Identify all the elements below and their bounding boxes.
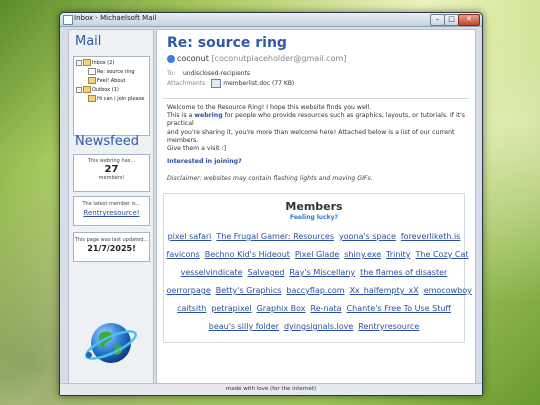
message-pane: Re: source ring coconut [coconutplacehol…: [156, 29, 476, 387]
member-link[interactable]: oerrorpage: [167, 286, 211, 295]
tree-item-outbox[interactable]: - Outbox (1): [76, 86, 119, 94]
members-panel: Members Feeling lucky? pixel safari The F…: [163, 193, 472, 343]
mail-window: Inbox - Michaelsoft Mail – □ ✕ Mail - Inb…: [59, 12, 483, 396]
member-link[interactable]: Ray's Miscellany: [289, 268, 355, 277]
member-link[interactable]: Xx_halfempty_xX: [350, 286, 419, 295]
last-updated-box: This page was last updated... 21/7/2025!: [73, 232, 150, 262]
to-value: undisclosed-recipients: [182, 70, 251, 77]
members-row: oerrorpage Betty's Graphics baccyflap.com X…: [164, 286, 472, 295]
message-body: Welcome to the Resource Ring! I hope thi…: [167, 104, 466, 153]
disclaimer: Disclaimer: websites may contain flashin…: [167, 175, 373, 182]
member-link[interactable]: Re-nata: [311, 304, 342, 313]
members-row: caitsith petrapixel Graphix Box Re-nata Chan…: [164, 304, 464, 313]
tree-item-message[interactable]: Re: source ring: [88, 68, 135, 76]
mail-heading: Mail: [75, 34, 102, 49]
member-link[interactable]: The Cozy Cat: [416, 250, 469, 259]
member-link[interactable]: pixel safari: [168, 232, 212, 241]
minimize-button[interactable]: –: [430, 14, 445, 26]
folder-icon: [83, 59, 91, 66]
sidebar: Mail - Inbox (2) Re: source ring Feel! Ab…: [68, 29, 154, 387]
sender-email: [coconutplaceholder@gmail.com]: [211, 54, 347, 63]
document-icon: [211, 79, 222, 88]
member-link[interactable]: Salvaged: [248, 268, 285, 277]
tree-item-message[interactable]: Hi can i join please: [88, 95, 144, 103]
member-link[interactable]: caitsith: [177, 304, 206, 313]
member-link[interactable]: foreverliketh.is: [401, 232, 461, 241]
join-link[interactable]: Interested in joining?: [167, 158, 242, 165]
member-link[interactable]: baccyflap.com: [286, 286, 344, 295]
mail-icon: [88, 68, 96, 75]
newsfeed-heading: Newsfeed: [75, 134, 139, 149]
globe-icon: [85, 323, 137, 363]
member-link[interactable]: Chante's Free To Use Stuff: [347, 304, 451, 313]
latest-member-link[interactable]: Rentryresource!: [74, 209, 149, 217]
webring-count-suffix: members!: [98, 175, 125, 181]
user-icon: [167, 54, 175, 63]
member-link[interactable]: Trinity: [386, 250, 410, 259]
message-subject: Re: source ring: [167, 35, 287, 51]
sender: coconut [coconutplaceholder@gmail.com]: [167, 54, 346, 63]
tree-item-message[interactable]: Feel! About: [88, 77, 126, 85]
folder-icon: [88, 95, 96, 102]
folder-tree: - Inbox (2) Re: source ring Feel! About -…: [73, 56, 150, 136]
members-row: favicons Bechno Kid's Hideout Pixel Glade s…: [164, 250, 469, 259]
members-row: pixel safari The Frugal Gamer: Resources y…: [164, 232, 464, 241]
member-link[interactable]: the flames of disaster: [360, 268, 447, 277]
sender-name: coconut: [177, 54, 209, 63]
member-link[interactable]: Graphix Box: [257, 304, 306, 313]
last-updated-date: 21/7/2025!: [87, 244, 136, 253]
header-divider: [163, 98, 469, 99]
member-link[interactable]: shiny.exe: [344, 250, 381, 259]
folder-icon: [83, 86, 91, 93]
member-link[interactable]: favicons: [167, 250, 200, 259]
to-row: To: undisclosed-recipients: [167, 70, 251, 77]
feeling-lucky-link[interactable]: Feeling lucky?: [164, 214, 464, 221]
attachments-row: Attachments: memberlist.doc (77 KB): [167, 79, 295, 88]
member-link[interactable]: vesselvindicate: [181, 268, 243, 277]
member-link[interactable]: The Frugal Gamer: Resources: [216, 232, 334, 241]
attachment-link[interactable]: memberlist.doc (77 KB): [223, 80, 294, 87]
member-link[interactable]: beau's silly folder: [209, 322, 279, 331]
window-title: Inbox - Michaelsoft Mail: [74, 14, 157, 22]
close-button[interactable]: ✕: [458, 14, 480, 26]
webring-count: 27: [104, 164, 119, 175]
member-link[interactable]: Bechno Kid's Hideout: [205, 250, 290, 259]
folder-icon: [88, 77, 96, 84]
latest-member-box: The latest member is... Rentryresource!: [73, 196, 150, 226]
title-bar[interactable]: Inbox - Michaelsoft Mail – □ ✕: [60, 13, 482, 27]
collapse-icon[interactable]: -: [76, 59, 82, 66]
webring-link[interactable]: webring: [194, 112, 222, 119]
members-row: vesselvindicate Salvaged Ray's Miscellany t…: [164, 268, 464, 277]
tree-item-inbox[interactable]: - Inbox (2): [76, 59, 114, 67]
maximize-button[interactable]: □: [444, 14, 459, 26]
members-row: beau's silly folder dyingsignals.love Rent…: [164, 322, 464, 331]
member-link[interactable]: Pixel Glade: [295, 250, 339, 259]
webring-count-box: This webring has... 27 members!: [73, 154, 150, 192]
mail-app-icon: [63, 15, 73, 25]
latest-member-label: The latest member is...: [82, 201, 141, 207]
member-link[interactable]: dyingsignals.love: [284, 322, 353, 331]
member-link[interactable]: yoona's space: [339, 232, 396, 241]
last-updated-label: This page was last updated...: [74, 237, 149, 243]
member-link[interactable]: Rentryresource: [358, 322, 419, 331]
member-link[interactable]: petrapixel: [211, 304, 251, 313]
members-title: Members: [285, 200, 343, 213]
status-bar: made with love (for the internet): [60, 383, 482, 395]
member-link[interactable]: Betty's Graphics: [216, 286, 282, 295]
member-link[interactable]: emocowboy: [424, 286, 472, 295]
collapse-icon[interactable]: -: [76, 86, 82, 93]
